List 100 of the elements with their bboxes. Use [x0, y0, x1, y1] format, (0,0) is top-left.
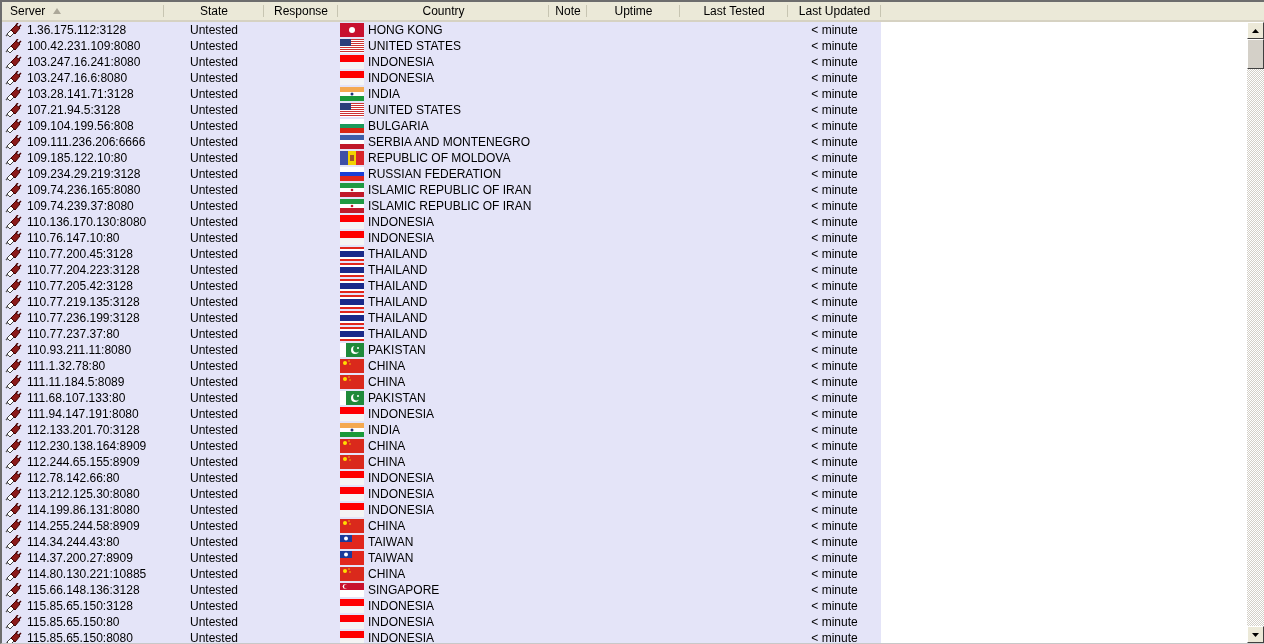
table-row[interactable]: 114.255.244.58:8909 Untested CHINA < minute [2, 518, 881, 534]
last-updated-text: < minute [811, 423, 858, 437]
table-row[interactable]: 1.36.175.112:3128 Untested HONG KONG < minute [2, 22, 881, 38]
country-name: INDONESIA [368, 631, 434, 643]
table-row[interactable]: 115.85.65.150:8080 Untested INDONESIA < minute [2, 630, 881, 643]
last-updated-text: < minute [811, 455, 858, 469]
table-row[interactable]: 110.93.211.11:8080 Untested PAKISTAN < minute [2, 342, 881, 358]
country-name: CHINA [368, 359, 406, 373]
table-row[interactable]: 109.74.239.37:8080 Untested ISLAMIC REPUBLIC OF IRAN < minute [2, 198, 881, 214]
table-row[interactable]: 110.76.147.10:80 Untested INDONESIA < minute [2, 230, 881, 246]
last-updated-text: < minute [811, 519, 858, 533]
column-header[interactable]: Country [338, 2, 549, 20]
table-row[interactable]: 111.94.147.191:8080 Untested INDONESIA < minute [2, 406, 881, 422]
state-text: Untested [190, 599, 238, 613]
server-address: 115.85.65.150:80 [27, 615, 120, 629]
table-row[interactable]: 115.85.65.150:3128 Untested INDONESIA < minute [2, 598, 881, 614]
plug-icon [5, 118, 22, 134]
last-updated-text: < minute [811, 279, 858, 293]
table-row[interactable]: 115.66.148.136:3128 Untested SINGAPORE < minute [2, 582, 881, 598]
table-row[interactable]: 115.85.65.150:80 Untested INDONESIA < minute [2, 614, 881, 630]
column-header[interactable]: State [164, 2, 264, 20]
column-header[interactable]: Uptime [587, 2, 680, 20]
table-row[interactable]: 103.247.16.6:8080 Untested INDONESIA < minute [2, 70, 881, 86]
last-updated-text: < minute [811, 599, 858, 613]
last-updated-text: < minute [811, 487, 858, 501]
country-name: RUSSIAN FEDERATION [368, 167, 502, 181]
table-row[interactable]: 110.77.219.135:3128 Untested THAILAND < minute [2, 294, 881, 310]
country-name: CHINA [368, 567, 406, 581]
table-row[interactable]: 112.78.142.66:80 Untested INDONESIA < minute [2, 470, 881, 486]
table-row[interactable]: 110.77.237.37:80 Untested THAILAND < minute [2, 326, 881, 342]
last-updated-text: < minute [811, 71, 858, 85]
server-address: 114.199.86.131:8080 [27, 503, 140, 517]
server-address: 103.247.16.6:8080 [27, 71, 128, 85]
state-text: Untested [190, 295, 238, 309]
plug-icon [5, 454, 22, 470]
plug-icon [5, 278, 22, 294]
plug-icon [5, 86, 22, 102]
table-row[interactable]: 110.77.205.42:3128 Untested THAILAND < minute [2, 278, 881, 294]
column-header[interactable]: Last Tested [680, 2, 788, 20]
table-row[interactable]: 103.28.141.71:3128 Untested INDIA < minute [2, 86, 881, 102]
last-updated-text: < minute [811, 87, 858, 101]
last-updated-text: < minute [811, 375, 858, 389]
table-row[interactable]: 109.111.236.206:6666 Untested SERBIA AND MONTENEGRO < minute [2, 134, 881, 150]
state-text: Untested [190, 615, 238, 629]
table-row[interactable]: 109.234.29.219:3128 Untested RUSSIAN FEDERATION < minute [2, 166, 881, 182]
column-header[interactable]: Response [264, 2, 338, 20]
state-text: Untested [190, 279, 238, 293]
country-name: INDONESIA [368, 487, 434, 501]
state-text: Untested [190, 55, 238, 69]
table-row[interactable]: 113.212.125.30:8080 Untested INDONESIA < minute [2, 486, 881, 502]
last-updated-text: < minute [811, 183, 858, 197]
country-name: THAILAND [368, 311, 428, 325]
plug-icon [5, 262, 22, 278]
plug-icon [5, 614, 22, 630]
state-text: Untested [190, 247, 238, 261]
state-text: Untested [190, 471, 238, 485]
country-name: THAILAND [368, 279, 428, 293]
scroll-down-button[interactable] [1247, 626, 1264, 643]
last-updated-text: < minute [811, 535, 858, 549]
column-header[interactable]: Last Updated [788, 2, 881, 20]
table-row[interactable]: 111.68.107.133:80 Untested PAKISTAN < minute [2, 390, 881, 406]
plug-icon [5, 294, 22, 310]
scrollbar-thumb[interactable] [1247, 39, 1264, 69]
table-row[interactable]: 114.37.200.27:8909 Untested TAIWAN < minute [2, 550, 881, 566]
state-text: Untested [190, 535, 238, 549]
table-row[interactable]: 112.230.138.164:8909 Untested CHINA < minute [2, 438, 881, 454]
table-row[interactable]: 114.80.130.221:10885 Untested CHINA < minute [2, 566, 881, 582]
last-updated-text: < minute [811, 55, 858, 69]
table-row[interactable]: 114.34.244.43:80 Untested TAIWAN < minute [2, 534, 881, 550]
scroll-up-button[interactable] [1247, 22, 1264, 39]
table-row[interactable]: 110.77.236.199:3128 Untested THAILAND < minute [2, 310, 881, 326]
server-address: 114.255.244.58:8909 [27, 519, 140, 533]
column-header[interactable]: Note [549, 2, 587, 20]
table-row[interactable]: 111.1.32.78:80 Untested CHINA < minute [2, 358, 881, 374]
last-updated-text: < minute [811, 343, 858, 357]
state-text: Untested [190, 23, 238, 37]
table-row[interactable]: 100.42.231.109:8080 Untested UNITED STATES < minute [2, 38, 881, 54]
table-row[interactable]: 110.136.170.130:8080 Untested INDONESIA < minute [2, 214, 881, 230]
country-name: INDIA [368, 87, 400, 101]
up-arrow-icon [1252, 28, 1259, 33]
plug-icon [5, 198, 22, 214]
table-row[interactable]: 110.77.204.223:3128 Untested THAILAND < minute [2, 262, 881, 278]
table-row[interactable]: 109.74.236.165:8080 Untested ISLAMIC REPUBLIC OF IRAN < minute [2, 182, 881, 198]
state-text: Untested [190, 263, 238, 277]
plug-icon [5, 518, 22, 534]
country-name: THAILAND [368, 247, 428, 261]
table-row[interactable]: 109.185.122.10:80 Untested REPUBLIC OF MOLDOVA < minute [2, 150, 881, 166]
table-row[interactable]: 112.244.65.155:8909 Untested CHINA < minute [2, 454, 881, 470]
state-text: Untested [190, 455, 238, 469]
table-row[interactable]: 110.77.200.45:3128 Untested THAILAND < minute [2, 246, 881, 262]
table-row[interactable]: 103.247.16.241:8080 Untested INDONESIA < minute [2, 54, 881, 70]
plug-icon [5, 150, 22, 166]
table-row[interactable]: 109.104.199.56:808 Untested BULGARIA < minute [2, 118, 881, 134]
column-header[interactable]: Server [2, 2, 164, 20]
plug-icon [5, 566, 22, 582]
table-row[interactable]: 107.21.94.5:3128 Untested UNITED STATES < minute [2, 102, 881, 118]
table-row[interactable]: 112.133.201.70:3128 Untested INDIA < minute [2, 422, 881, 438]
table-row[interactable]: 114.199.86.131:8080 Untested INDONESIA < minute [2, 502, 881, 518]
table-row[interactable]: 111.11.184.5:8089 Untested CHINA < minute [2, 374, 881, 390]
plug-icon [5, 134, 22, 150]
